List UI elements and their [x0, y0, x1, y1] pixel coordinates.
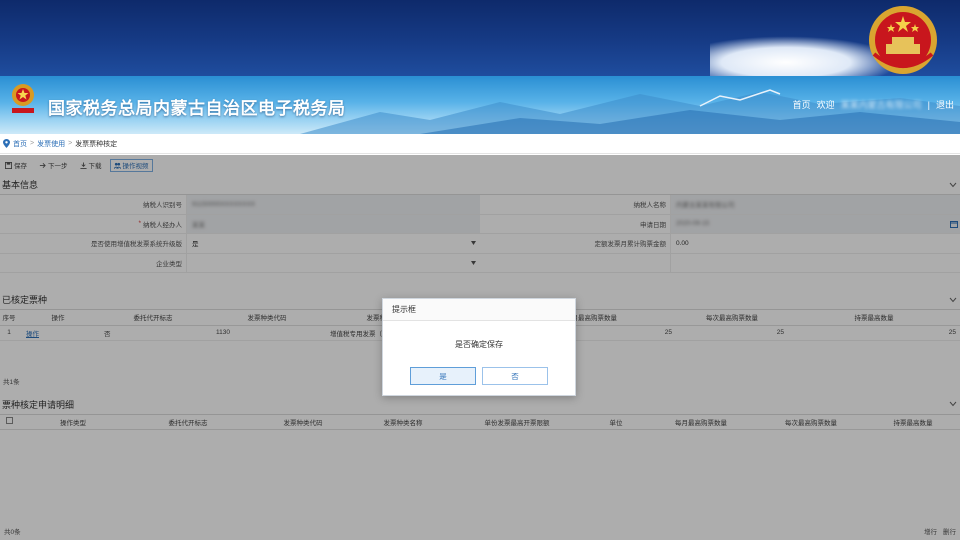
welcome-text: 欢迎 [816, 100, 835, 110]
breadcrumb-home[interactable]: 首页 [13, 139, 27, 149]
breadcrumb-current: 发票票种核定 [75, 140, 118, 148]
header-separator: | [927, 99, 930, 110]
breadcrumb-separator: > [30, 140, 35, 147]
confirm-dialog: 提示框 是否确定保存 是 否 [382, 298, 576, 396]
logout-link[interactable]: 退出 [936, 98, 954, 111]
user-name: 某某内蒙古有限公司 [840, 100, 922, 110]
top-banner [0, 0, 960, 76]
no-button[interactable]: 否 [482, 367, 548, 385]
header-links: 首页 欢迎 某某内蒙古有限公司 | 退出 [793, 98, 954, 111]
site-header: 国家税务总局内蒙古自治区电子税务局 首页 欢迎 某某内蒙古有限公司 | 退出 [0, 76, 960, 134]
home-link[interactable]: 首页 [793, 98, 811, 111]
breadcrumb-invoice-use[interactable]: 发票使用 [37, 139, 65, 149]
yes-button[interactable]: 是 [410, 367, 476, 385]
site-title: 国家税务总局内蒙古自治区电子税务局 [48, 99, 346, 118]
breadcrumb-separator: > [68, 140, 73, 147]
breadcrumb: 首页 > 发票使用 > 发票票种核定 [0, 134, 960, 154]
dialog-title: 提示框 [383, 299, 575, 321]
tax-bureau-logo-icon [12, 84, 34, 113]
dialog-buttons: 是 否 [383, 367, 575, 385]
location-pin-icon [3, 139, 10, 148]
dialog-message: 是否确定保存 [455, 339, 503, 349]
national-emblem-icon [869, 6, 937, 74]
